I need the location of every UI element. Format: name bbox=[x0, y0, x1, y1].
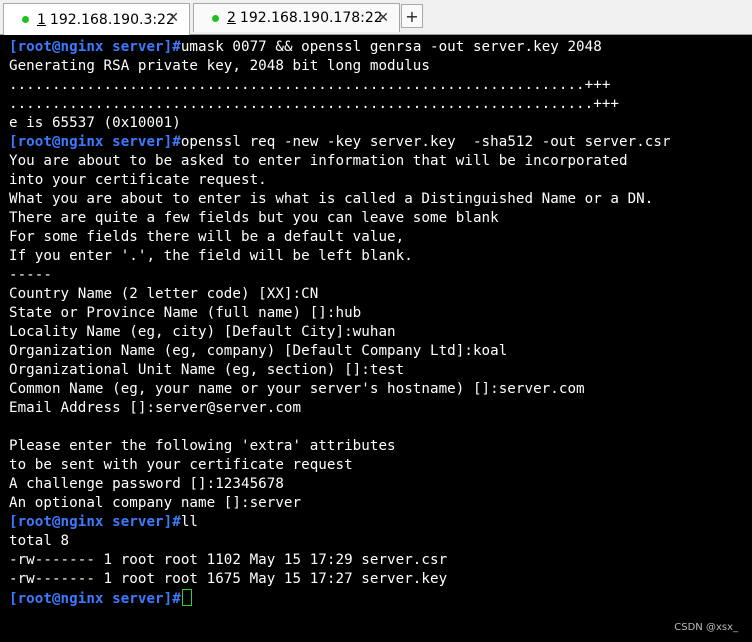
terminal-line: [root@nginx server]#umask 0077 && openss… bbox=[9, 38, 752, 57]
terminal-text: to be sent with your certificate request bbox=[9, 457, 353, 473]
terminal-line: ........................................… bbox=[9, 76, 752, 95]
terminal-line: [root@nginx server]#ll bbox=[9, 513, 752, 532]
terminal-text: Generating RSA private key, 2048 bit lon… bbox=[9, 58, 430, 74]
terminal-line: total 8 bbox=[9, 532, 752, 551]
terminal-text: Please enter the following 'extra' attri… bbox=[9, 438, 396, 454]
shell-prompt: [root@nginx server]# bbox=[9, 591, 181, 607]
shell-prompt: [root@nginx server]# bbox=[9, 134, 181, 150]
terminal-line: ----- bbox=[9, 266, 752, 285]
terminal-line: -rw------- 1 root root 1675 May 15 17:27… bbox=[9, 570, 752, 589]
terminal-text: -rw------- 1 root root 1102 May 15 17:29… bbox=[9, 552, 448, 568]
connected-status-icon bbox=[22, 16, 29, 23]
terminal-text: An optional company name []:server bbox=[9, 495, 302, 511]
terminal-line: to be sent with your certificate request bbox=[9, 456, 752, 475]
terminal-text: ........................................… bbox=[9, 96, 620, 112]
tab-label: 192.168.190.178:22 bbox=[239, 10, 383, 26]
terminal-line: -rw------- 1 root root 1102 May 15 17:29… bbox=[9, 551, 752, 570]
terminal-line: What you are about to enter is what is c… bbox=[9, 190, 752, 209]
terminal-line: ........................................… bbox=[9, 95, 752, 114]
session-tab-1[interactable]: 1 192.168.190.3:22 ✕ bbox=[3, 3, 190, 35]
terminal-text: State or Province Name (full name) []:hu… bbox=[9, 305, 362, 321]
add-tab-button[interactable]: + bbox=[401, 4, 423, 28]
terminal-text: Common Name (eg, your name or your serve… bbox=[9, 381, 585, 397]
terminal-text: What you are about to enter is what is c… bbox=[9, 191, 654, 207]
terminal-text: ll bbox=[180, 514, 199, 530]
terminal-line: An optional company name []:server bbox=[9, 494, 752, 513]
terminal-text: ........................................… bbox=[9, 77, 611, 93]
terminal-line: A challenge password []:12345678 bbox=[9, 475, 752, 494]
terminal-text: Organizational Unit Name (eg, section) [… bbox=[9, 362, 405, 378]
terminal-text: Locality Name (eg, city) [Default City]:… bbox=[9, 324, 396, 340]
terminal-text: A challenge password []:12345678 bbox=[9, 476, 284, 492]
terminal-line: [root@nginx server]# bbox=[9, 589, 752, 608]
tab-number: 2 bbox=[227, 10, 236, 26]
terminal-text: For some fields there will be a default … bbox=[9, 229, 405, 245]
terminal-text: umask 0077 && openssl genrsa -out server… bbox=[180, 39, 602, 55]
terminal-text: openssl req -new -key server.key -sha512… bbox=[180, 134, 671, 150]
terminal-text: into your certificate request. bbox=[9, 172, 267, 188]
terminal-text: e is 65537 (0x10001) bbox=[9, 115, 181, 131]
terminal-line: If you enter '.', the field will be left… bbox=[9, 247, 752, 266]
terminal-text: ----- bbox=[9, 267, 52, 283]
terminal-text: total 8 bbox=[9, 533, 70, 549]
watermark: CSDN @xsx_ bbox=[674, 622, 738, 633]
terminal-line: Please enter the following 'extra' attri… bbox=[9, 437, 752, 456]
session-tab-2[interactable]: 2 192.168.190.178:22 ✕ bbox=[193, 3, 400, 32]
terminal-line: For some fields there will be a default … bbox=[9, 228, 752, 247]
terminal-text: If you enter '.', the field will be left… bbox=[9, 248, 413, 264]
terminal-line: e is 65537 (0x10001) bbox=[9, 114, 752, 133]
terminal-text: There are quite a few fields but you can… bbox=[9, 210, 499, 226]
terminal-line: Country Name (2 letter code) [XX]:CN bbox=[9, 285, 752, 304]
terminal-line: You are about to be asked to enter infor… bbox=[9, 152, 752, 171]
tab-bar: 1 192.168.190.3:22 ✕ 2 192.168.190.178:2… bbox=[0, 0, 752, 35]
cursor bbox=[181, 589, 192, 606]
terminal-text: -rw------- 1 root root 1675 May 15 17:27… bbox=[9, 571, 448, 587]
terminal-line: There are quite a few fields but you can… bbox=[9, 209, 752, 228]
terminal-line: Email Address []:server@server.com bbox=[9, 399, 752, 418]
terminal-text: Email Address []:server@server.com bbox=[9, 400, 302, 416]
connected-status-icon bbox=[212, 14, 219, 22]
terminal-line: Locality Name (eg, city) [Default City]:… bbox=[9, 323, 752, 342]
close-icon[interactable]: ✕ bbox=[377, 10, 389, 26]
shell-prompt: [root@nginx server]# bbox=[9, 39, 181, 55]
terminal-line: Generating RSA private key, 2048 bit lon… bbox=[9, 57, 752, 76]
terminal-text: Country Name (2 letter code) [XX]:CN bbox=[9, 286, 319, 302]
shell-prompt: [root@nginx server]# bbox=[9, 514, 181, 530]
tab-number: 1 bbox=[37, 11, 46, 28]
terminal-text: You are about to be asked to enter infor… bbox=[9, 153, 628, 169]
tab-label: 192.168.190.3:22 bbox=[49, 11, 175, 28]
terminal-line: Organization Name (eg, company) [Default… bbox=[9, 342, 752, 361]
terminal-line: State or Province Name (full name) []:hu… bbox=[9, 304, 752, 323]
close-icon[interactable]: ✕ bbox=[167, 10, 179, 26]
terminal-line: into your certificate request. bbox=[9, 171, 752, 190]
terminal-line: [root@nginx server]#openssl req -new -ke… bbox=[9, 133, 752, 152]
terminal-output[interactable]: [root@nginx server]#umask 0077 && openss… bbox=[0, 36, 752, 642]
terminal-line: Common Name (eg, your name or your serve… bbox=[9, 380, 752, 399]
terminal-text: Organization Name (eg, company) [Default… bbox=[9, 343, 508, 359]
terminal-line: Organizational Unit Name (eg, section) [… bbox=[9, 361, 752, 380]
